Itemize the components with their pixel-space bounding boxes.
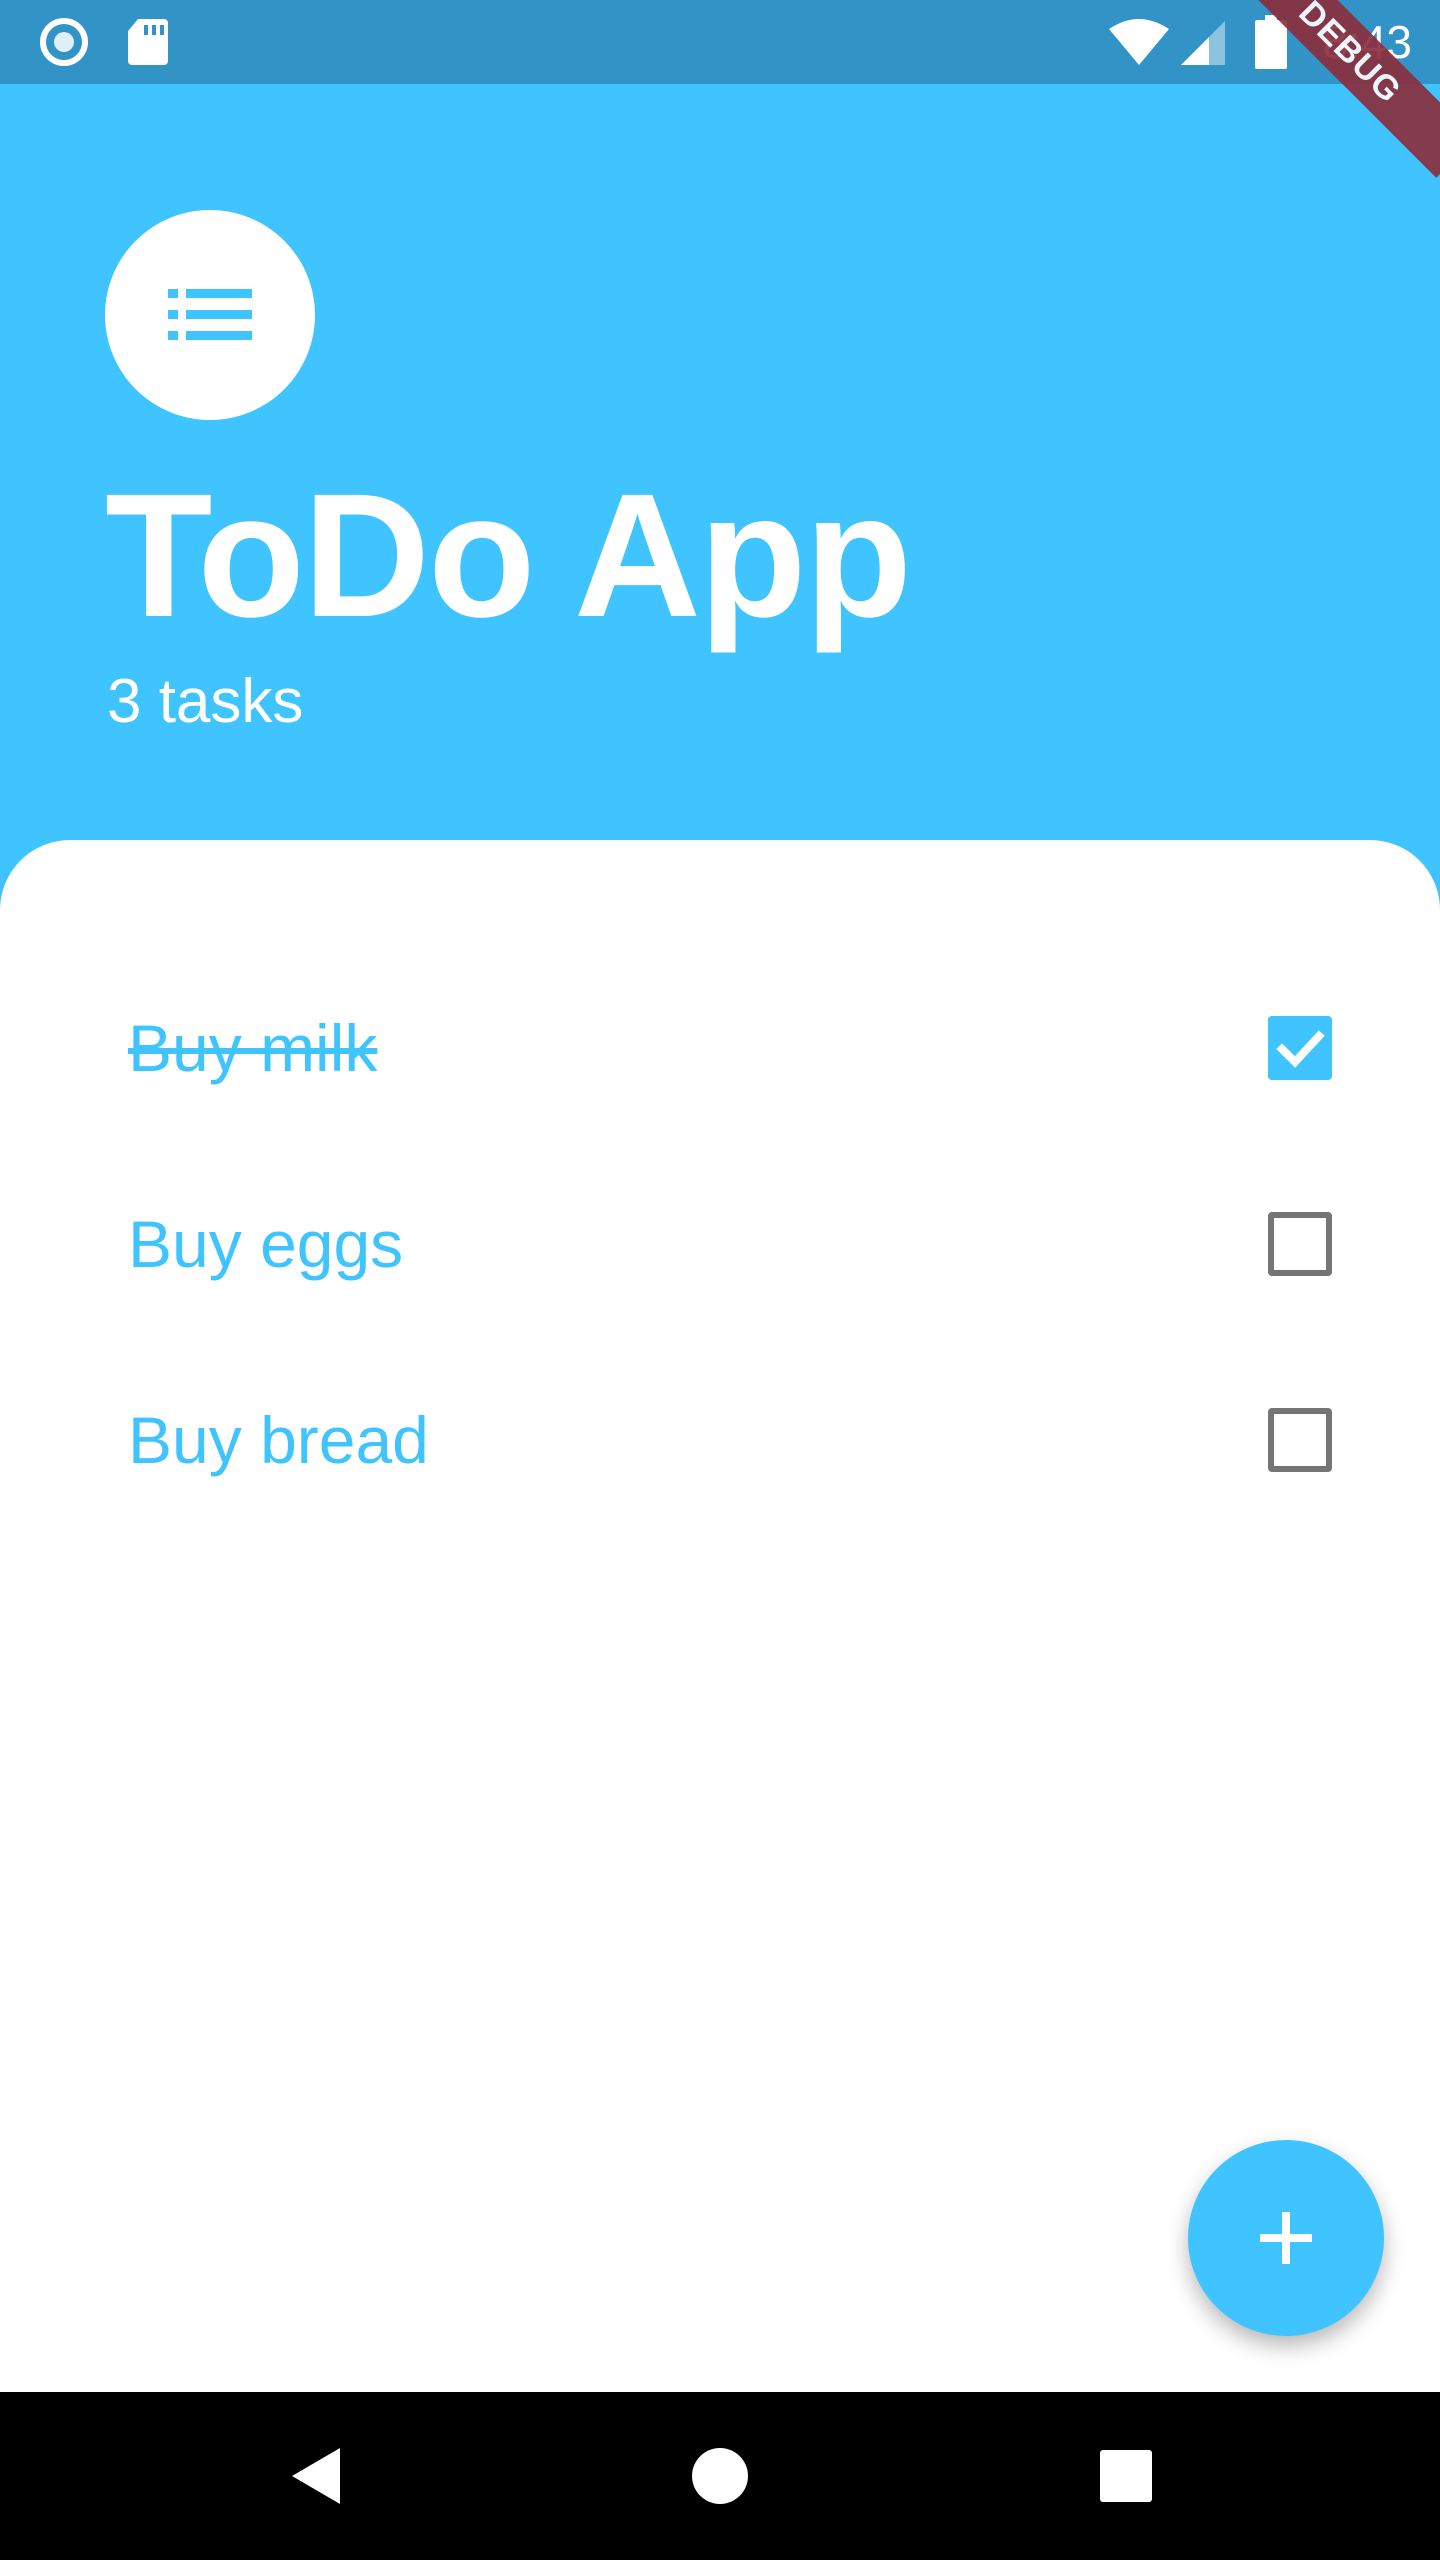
task-item[interactable]: Buy milk — [0, 950, 1440, 1146]
check-icon — [1276, 1030, 1325, 1068]
recents-icon — [1100, 2450, 1152, 2502]
task-checkbox[interactable] — [1268, 1212, 1332, 1276]
task-label: Buy eggs — [128, 1207, 404, 1281]
task-count: 3 tasks — [107, 667, 304, 736]
signal-icon — [1178, 0, 1228, 84]
recents-button[interactable] — [1042, 2392, 1210, 2560]
plus-icon — [1260, 2212, 1312, 2264]
sd-card-icon — [124, 0, 172, 84]
status-bar: 8:43 — [0, 0, 1440, 84]
header: ToDo App 3 tasks — [0, 84, 1440, 840]
list-icon — [168, 289, 252, 340]
back-icon — [292, 2448, 340, 2504]
task-label: Buy milk — [128, 1011, 378, 1085]
navigation-bar — [0, 2392, 1440, 2560]
app-logo — [105, 210, 315, 420]
circle-app-icon — [36, 0, 92, 84]
task-item[interactable]: Buy bread — [0, 1342, 1440, 1538]
task-label: Buy bread — [128, 1403, 429, 1477]
task-checkbox[interactable] — [1268, 1408, 1332, 1472]
wifi-icon — [1106, 0, 1172, 84]
add-task-button[interactable] — [1188, 2140, 1384, 2336]
home-button[interactable] — [636, 2392, 804, 2560]
task-item[interactable]: Buy eggs — [0, 1146, 1440, 1342]
task-checkbox[interactable] — [1268, 1016, 1332, 1080]
back-button[interactable] — [232, 2392, 400, 2560]
app-title: ToDo App — [105, 458, 912, 654]
task-list: Buy milk Buy eggs Buy bread — [0, 840, 1440, 2392]
home-icon — [692, 2448, 748, 2504]
